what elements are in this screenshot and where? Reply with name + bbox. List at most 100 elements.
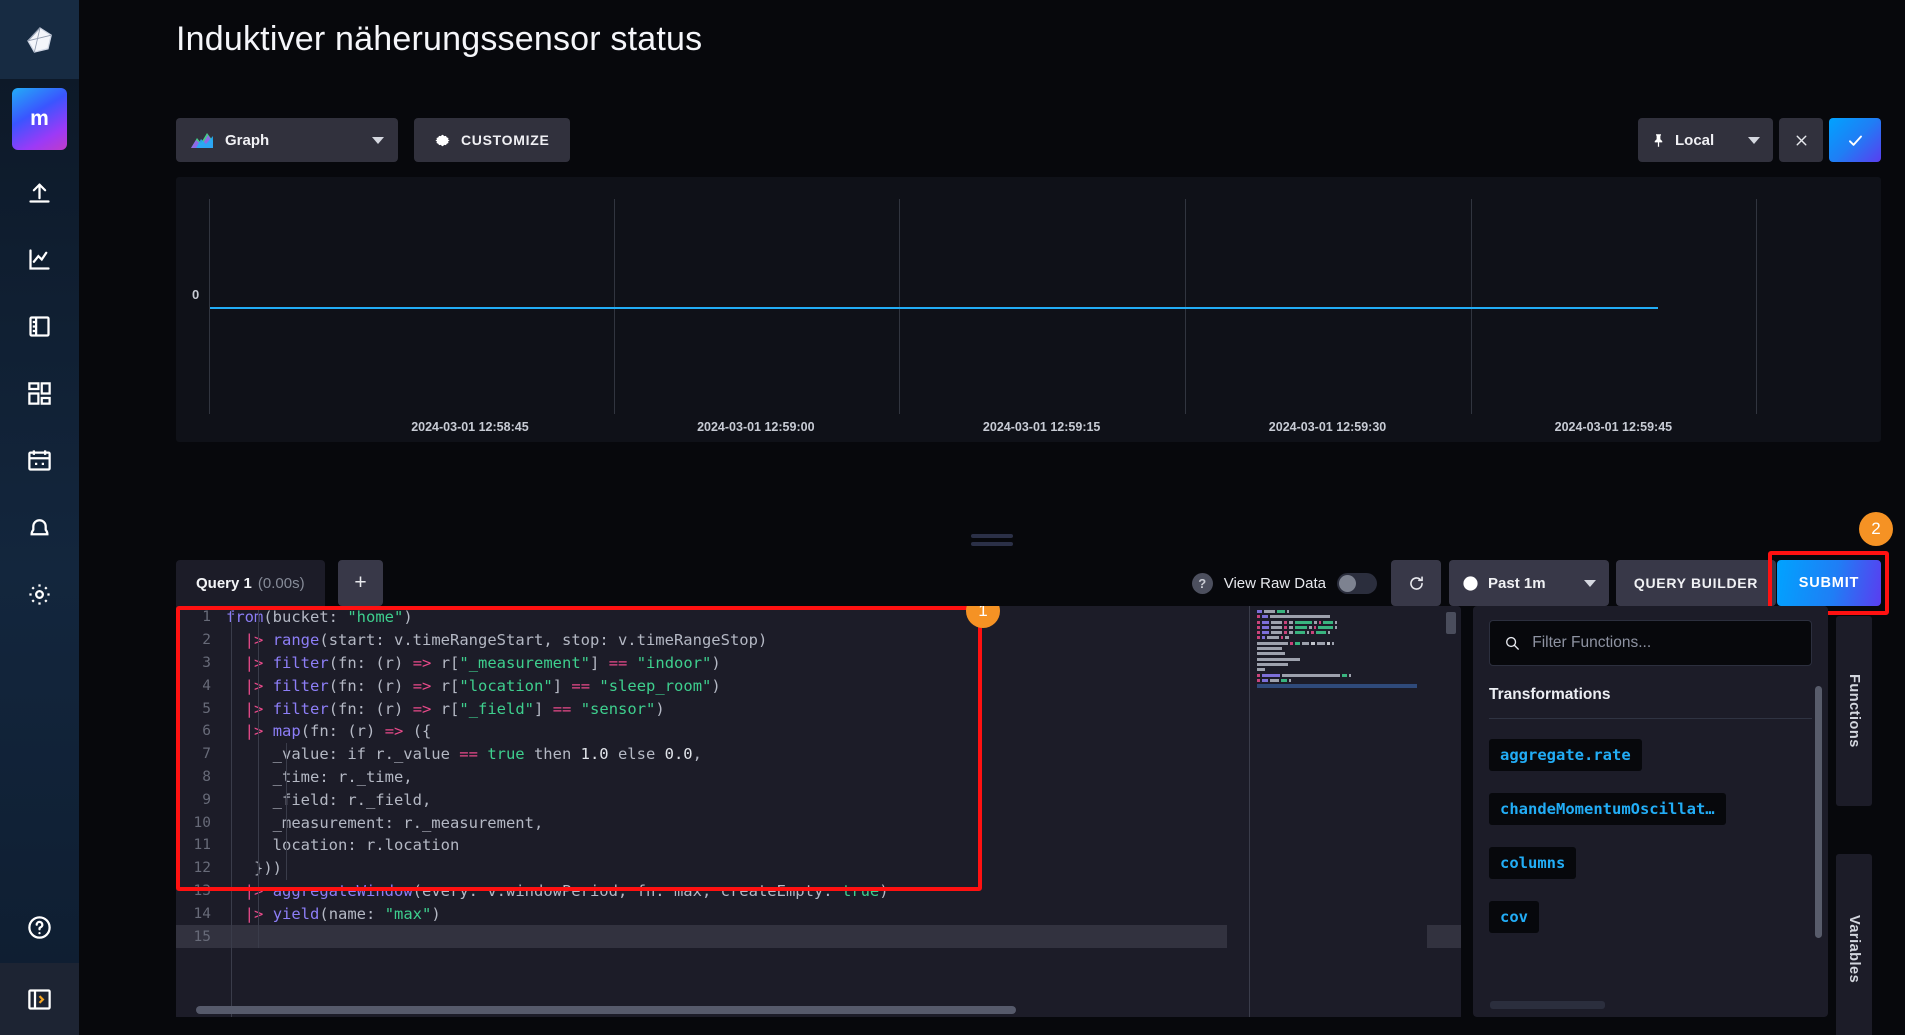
code-text: _time: r._time, <box>226 767 413 786</box>
sidebar-item-notebooks[interactable] <box>0 293 79 360</box>
cancel-button[interactable] <box>1779 118 1823 162</box>
code-text: location: r.location <box>226 836 460 855</box>
customize-label: CUSTOMIZE <box>461 132 550 148</box>
visualization-type-label: Graph <box>225 131 270 149</box>
sidebar-item-alerts[interactable] <box>0 494 79 561</box>
question-mark-icon[interactable]: ? <box>1191 572 1213 594</box>
user-avatar[interactable]: m <box>0 79 79 159</box>
tab-variables-label: Variables <box>1846 914 1862 984</box>
code-text: from(bucket: "home") <box>226 608 413 627</box>
x-axis-ticks: 2024-03-01 12:58:45 2024-03-01 12:59:00 … <box>209 420 1871 436</box>
function-item[interactable]: aggregate.rate <box>1489 739 1642 771</box>
query-tab-1[interactable]: Query 1 (0.00s) <box>176 560 325 606</box>
line-number: 4 <box>202 677 211 694</box>
minimap-line <box>1257 631 1427 635</box>
auto-refresh-button[interactable] <box>1391 560 1441 606</box>
function-item[interactable]: chandeMomentumOscillat… <box>1489 793 1726 825</box>
search-icon <box>1506 636 1519 650</box>
function-item[interactable]: cov <box>1489 901 1539 933</box>
tab-functions[interactable]: Functions <box>1836 616 1872 806</box>
tab-variables[interactable]: Variables <box>1836 854 1872 1035</box>
x-tick-3: 2024-03-01 12:59:30 <box>1268 420 1387 434</box>
avatar-label: m <box>12 88 67 150</box>
minimap-line <box>1257 615 1427 619</box>
gear-icon <box>29 584 50 605</box>
side-vertical-tabs: Functions Variables <box>1836 606 1872 1035</box>
gear-icon <box>435 134 450 146</box>
plot-area <box>209 199 1871 414</box>
submit-button[interactable]: SUBMIT <box>1777 560 1881 606</box>
series-max-line <box>210 306 1659 309</box>
notebook-icon <box>29 316 50 337</box>
line-number: 5 <box>202 700 211 717</box>
add-query-button[interactable]: + <box>338 560 383 606</box>
visualization-type-dropdown[interactable]: Graph <box>176 118 398 162</box>
code-text: |> filter(fn: (r) => r["_measurement"] =… <box>244 653 721 672</box>
upload-icon <box>29 183 50 203</box>
minimap-line <box>1257 625 1427 629</box>
flux-script-editor[interactable]: 1 from(bucket: "home") 2 |> range(start: v… <box>176 606 1461 1017</box>
view-raw-data-label: View Raw Data <box>1223 574 1326 592</box>
minimap-line <box>1257 641 1427 645</box>
graph-type-icon <box>191 133 213 148</box>
sidebar-bottom-group <box>0 891 79 1035</box>
editor-row: 1 from(bucket: "home") 2 |> range(start: v… <box>176 606 1881 1035</box>
sidebar-item-help[interactable] <box>0 891 79 963</box>
influxdb-logo[interactable] <box>0 0 79 79</box>
time-range-dropdown[interactable]: Past 1m <box>1449 560 1609 606</box>
code-text: |> filter(fn: (r) => r["location"] == "s… <box>244 676 721 695</box>
sidebar-item-load-data[interactable] <box>0 159 79 226</box>
editor-horizontal-scrollbar[interactable] <box>196 1006 1016 1014</box>
graph-icon <box>29 249 50 270</box>
filter-functions-input[interactable] <box>1532 634 1797 652</box>
code-minimap[interactable] <box>1227 606 1427 1017</box>
x-tick-2: 2024-03-01 12:59:15 <box>982 420 1101 434</box>
editor-vertical-scrollbar[interactable] <box>1446 612 1456 634</box>
minimap-line <box>1257 678 1427 682</box>
panel-expand-icon <box>28 988 51 1010</box>
graph-visualization-panel[interactable]: 0 2024-03-01 12:58:45 2024-03-01 12:59:0… <box>176 177 1881 442</box>
code-text: _measurement: r._measurement, <box>226 813 544 832</box>
code-text: |> range(start: v.timeRangeStart, stop: … <box>244 631 768 650</box>
code-text: _value: if r._value == true then 1.0 els… <box>226 745 702 764</box>
line-number: 2 <box>202 632 211 649</box>
code-text: |> aggregateWindow(every: v.windowPeriod… <box>244 881 889 900</box>
minimap-line <box>1257 636 1427 640</box>
page-title: Induktiver näherungssensor status <box>176 20 703 58</box>
sidebar-item-dashboards[interactable] <box>0 360 79 427</box>
calendar-icon <box>28 450 51 471</box>
dashboard-icon <box>28 382 51 405</box>
customize-button[interactable]: CUSTOMIZE <box>414 118 570 162</box>
functions-panel-bottom-scrollbar[interactable] <box>1490 1001 1605 1009</box>
functions-panel-scrollbar[interactable] <box>1815 686 1822 938</box>
sidebar-item-collapse-navigation[interactable] <box>0 963 79 1035</box>
code-text: |> map(fn: (r) => ({ <box>244 722 432 741</box>
sidebar-item-settings[interactable] <box>0 561 79 628</box>
line-number: 15 <box>193 928 211 945</box>
sidebar-item-data-explorer[interactable] <box>0 226 79 293</box>
time-zone-dropdown[interactable]: Local <box>1638 118 1773 162</box>
query-builder-button[interactable]: QUERY BUILDER <box>1616 560 1776 606</box>
line-number: 7 <box>202 746 211 763</box>
query-tab-duration: (0.00s) <box>257 574 305 592</box>
panel-resize-handle[interactable] <box>971 534 1013 550</box>
save-button[interactable] <box>1829 118 1881 162</box>
line-number: 1 <box>202 609 211 626</box>
gutter-divider <box>231 606 232 1017</box>
sidebar-item-tasks[interactable] <box>0 427 79 494</box>
line-number: 8 <box>202 768 211 785</box>
left-navigation-sidebar: m <box>0 0 79 1035</box>
minimap-line <box>1257 652 1427 656</box>
question-circle-icon <box>28 915 51 939</box>
function-item[interactable]: columns <box>1489 847 1577 879</box>
checkmark-icon <box>1848 135 1862 146</box>
view-raw-data-toggle[interactable] <box>1337 572 1377 594</box>
filter-functions-box[interactable] <box>1489 620 1812 666</box>
minimap-line <box>1257 610 1427 613</box>
tab-functions-label: Functions <box>1846 674 1862 748</box>
line-number: 3 <box>202 654 211 671</box>
line-number: 9 <box>202 791 211 808</box>
line-number: 10 <box>193 814 211 831</box>
minimap-line <box>1257 668 1427 672</box>
view-raw-data-control: ? View Raw Data <box>1191 560 1377 606</box>
